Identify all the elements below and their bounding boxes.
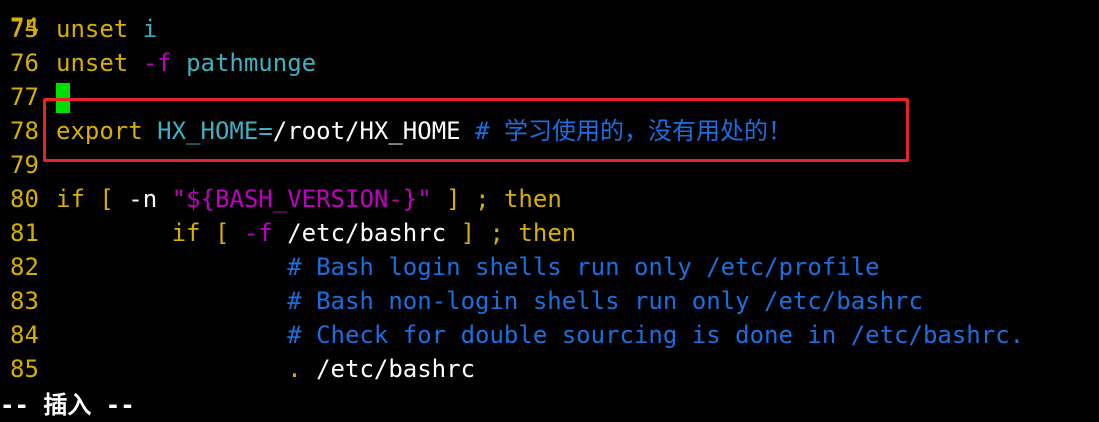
code-token: unset [56, 49, 129, 77]
line-number: 83 [10, 287, 39, 315]
line-content: # Check for double sourcing is done in /… [56, 318, 1024, 352]
partial-top-line: 74 [0, 0, 58, 41]
code-token: then [518, 219, 577, 247]
code-token: " [171, 185, 187, 213]
code-token: /etc/bashrc [272, 219, 461, 247]
line-number: 78 [10, 117, 39, 145]
line-number: 76 [10, 49, 39, 77]
line-number: 82 [10, 253, 39, 281]
code-token: if [56, 185, 85, 213]
code-token: -n [113, 185, 172, 213]
line-content: if [ -n "${BASH_VERSION-}" ] ; then [56, 182, 562, 216]
red-annotation-box [43, 98, 909, 162]
code-token: -f [142, 49, 172, 77]
line-content: . /etc/bashrc [56, 352, 475, 386]
line-number: 85 [10, 355, 39, 383]
code-token: pathmunge [186, 49, 317, 77]
code-token: " [417, 185, 432, 213]
line-number: 84 [10, 321, 39, 349]
line-content: # Bash non-login shells run only /etc/ba… [56, 284, 923, 318]
vim-mode-status: -- 插入 -- [0, 391, 135, 419]
code-token: -f [243, 219, 273, 247]
code-token: unset [56, 15, 129, 43]
line-number: 77 [10, 83, 39, 111]
code-token: ; [489, 219, 504, 247]
code-token: ] [446, 185, 461, 213]
line-number: 79 [10, 151, 39, 179]
comment-token: # Bash non-login shells run only /etc/ba… [287, 287, 923, 315]
code-token: ] [460, 219, 476, 247]
code-token: i [142, 15, 158, 43]
line-number: 75 [10, 15, 39, 43]
vim-editor[interactable]: 74 75 unset i 76 unset -f pathmunge 77 78 expo… [0, 0, 1099, 419]
comment-token: # Bash login shells run only /etc/profil… [287, 253, 880, 281]
code-token: ${BASH_VERSION-} [186, 185, 418, 213]
line-number: 80 [10, 185, 39, 213]
line-content: unset -f pathmunge [56, 46, 316, 80]
line-number: 81 [10, 219, 39, 247]
code-token: [ [214, 219, 230, 247]
line-content: # Bash login shells run only /etc/profil… [56, 250, 880, 284]
code-token: /etc/bashrc [301, 355, 476, 383]
code-token: [ [99, 185, 114, 213]
code-token: if [171, 219, 201, 247]
line-content: unset i [56, 12, 157, 46]
code-token: then [503, 185, 562, 213]
code-token: . [287, 355, 302, 383]
line-content: if [ -f /etc/bashrc ] ; then [56, 216, 577, 250]
comment-token: # Check for double sourcing is done in /… [287, 321, 1025, 349]
code-token: ; [475, 185, 490, 213]
